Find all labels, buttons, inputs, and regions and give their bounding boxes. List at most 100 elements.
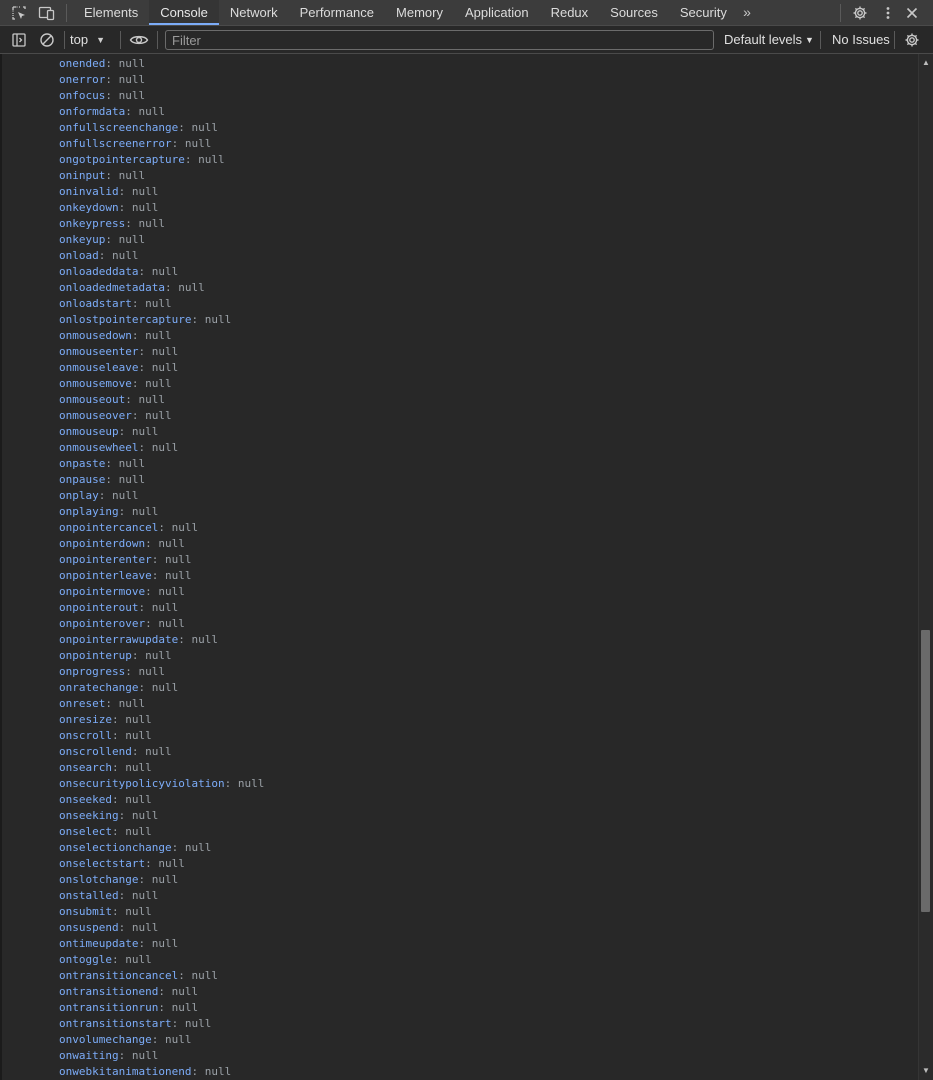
property-separator: : (145, 537, 159, 550)
more-tabs-button[interactable]: » (732, 0, 762, 25)
property-name: onselectionchange (59, 841, 172, 854)
property-name: onkeyup (59, 233, 106, 246)
toolbar-separator (820, 31, 821, 49)
more-options-icon[interactable] (879, 4, 897, 22)
filter-input[interactable] (165, 30, 714, 50)
property-name: onpointerover (59, 617, 146, 630)
property-name: onsubmit (59, 905, 112, 918)
console-property-line: onselect: null (59, 824, 264, 840)
console-property-line: onpause: null (59, 472, 264, 488)
sidebar-toggle-icon[interactable] (10, 31, 28, 49)
scroll-down-arrow-icon[interactable]: ▼ (919, 1064, 933, 1078)
tab-console[interactable]: Console (149, 0, 219, 25)
property-name: onreset (59, 697, 106, 710)
tab-performance[interactable]: Performance (289, 0, 385, 25)
clear-console-icon[interactable] (38, 31, 56, 49)
property-name: onpointerleave (59, 569, 152, 582)
property-separator: : (178, 633, 192, 646)
property-name: onselect (59, 825, 112, 838)
tab-elements[interactable]: Elements (73, 0, 149, 25)
console-property-line: onloadstart: null (59, 296, 264, 312)
console-settings-gear-icon[interactable] (903, 31, 921, 49)
property-separator: : (138, 937, 152, 950)
property-name: ontransitionend (59, 985, 159, 998)
property-separator: : (105, 169, 119, 182)
property-name: onloadstart (59, 297, 132, 310)
tab-network[interactable]: Network (219, 0, 289, 25)
property-value: null (184, 841, 212, 854)
property-name: ontimeupdate (59, 937, 139, 950)
console-property-line: onpointerdown: null (59, 536, 264, 552)
property-value: null (164, 1033, 192, 1046)
property-value: null (118, 169, 146, 182)
property-value: null (204, 313, 232, 326)
scrollbar-thumb[interactable] (921, 630, 930, 912)
property-name: onpointerout (59, 601, 139, 614)
property-name: onpointerrawupdate (59, 633, 179, 646)
object-properties-list: onended: null onerror: null onfocus: null o… (59, 56, 264, 1080)
property-value: null (151, 937, 179, 950)
property-name: onloadeddata (59, 265, 139, 278)
property-name: onpaste (59, 457, 106, 470)
property-separator: : (131, 745, 146, 758)
console-property-line: onseeked: null (59, 792, 264, 808)
property-name: oninput (59, 169, 106, 182)
property-separator: : (98, 489, 112, 502)
console-property-line: ongotpointercapture: null (59, 152, 264, 168)
property-separator: : (111, 761, 126, 774)
toolbar-separator (894, 31, 895, 49)
inspect-element-icon[interactable] (10, 4, 28, 22)
context-selector[interactable]: top ▼ (70, 31, 105, 49)
property-value: null (158, 537, 185, 550)
property-value: null (164, 553, 192, 566)
property-separator: : (131, 297, 146, 310)
settings-gear-icon[interactable] (851, 4, 869, 22)
console-property-line: onfullscreenerror: null (59, 136, 264, 152)
property-separator: : (118, 1049, 132, 1062)
property-separator: : (138, 361, 152, 374)
tab-redux[interactable]: Redux (540, 0, 600, 25)
close-icon[interactable] (903, 4, 921, 22)
property-name: onselectstart (59, 857, 146, 870)
tab-security[interactable]: Security (669, 0, 738, 25)
property-name: onkeydown (59, 201, 119, 214)
property-value: null (112, 249, 139, 262)
property-name: onpointerenter (59, 553, 152, 566)
scroll-up-arrow-icon[interactable]: ▲ (919, 56, 933, 70)
log-levels-dropdown[interactable]: Default levels ▼ (724, 31, 814, 49)
console-toolbar: top ▼ Default levels ▼ No Issues (0, 26, 933, 54)
console-property-line: oninput: null (59, 168, 264, 184)
property-name: onsuspend (59, 921, 119, 934)
property-name: onmousewheel (59, 441, 139, 454)
tab-memory[interactable]: Memory (385, 0, 454, 25)
console-property-line: onpointerrawupdate: null (59, 632, 264, 648)
property-name: onfullscreenerror (59, 137, 172, 150)
property-name: onmouseup (59, 425, 119, 438)
console-property-line: onsearch: null (59, 760, 264, 776)
property-name: onseeking (59, 809, 119, 822)
property-separator: : (138, 873, 152, 886)
property-separator: : (105, 473, 119, 486)
issues-counter[interactable]: No Issues (832, 31, 890, 49)
device-toolbar-icon[interactable] (38, 4, 56, 22)
property-separator: : (224, 777, 238, 790)
property-value: null (237, 777, 265, 790)
console-property-line: onvolumechange: null (59, 1032, 264, 1048)
console-property-line: onkeypress: null (59, 216, 264, 232)
console-output[interactable]: onended: null onerror: null onfocus: null o… (0, 54, 918, 1080)
console-property-line: onlostpointercapture: null (59, 312, 264, 328)
console-property-line: onkeyup: null (59, 232, 264, 248)
tab-sources[interactable]: Sources (599, 0, 669, 25)
console-property-line: ontransitionstart: null (59, 1016, 264, 1032)
property-separator: : (178, 969, 192, 982)
console-property-line: onscroll: null (59, 728, 264, 744)
property-separator: : (131, 409, 146, 422)
property-separator: : (131, 377, 146, 390)
console-scrollbar[interactable]: ▲ ▼ (918, 54, 933, 1080)
console-property-line: onload: null (59, 248, 264, 264)
property-value: null (158, 857, 185, 870)
live-expression-eye-icon[interactable] (129, 31, 149, 49)
console-property-line: ontoggle: null (59, 952, 264, 968)
tab-application[interactable]: Application (454, 0, 540, 25)
property-value: null (145, 329, 172, 342)
